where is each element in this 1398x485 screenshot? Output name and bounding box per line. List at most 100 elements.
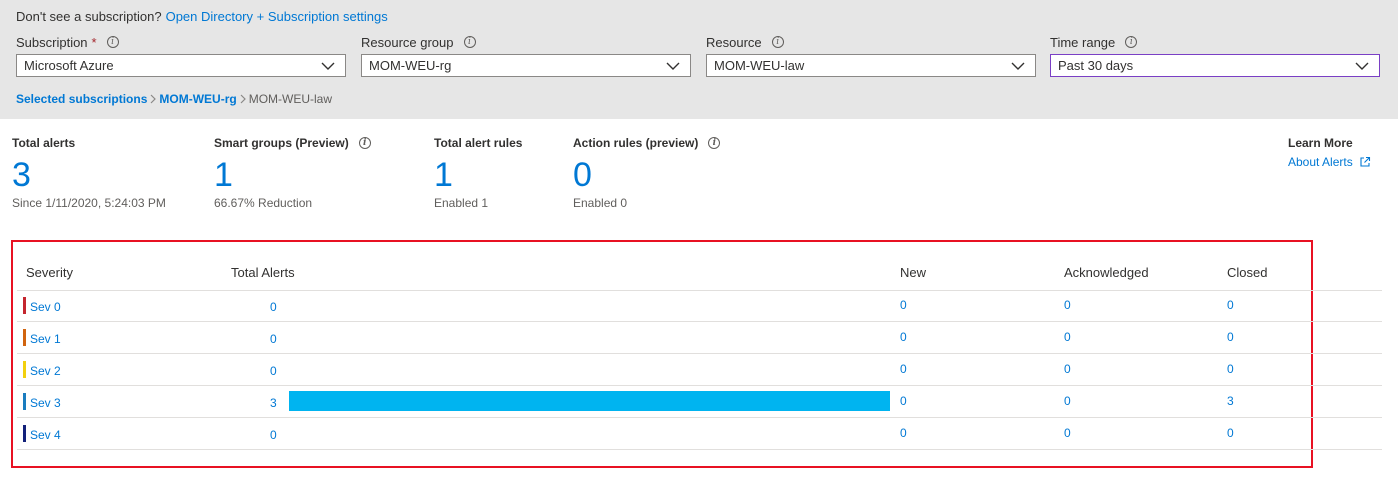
table-row[interactable]: Sev 4 0 0 0 0 — [17, 418, 1382, 450]
header-severity: Severity — [26, 265, 73, 280]
acknowledged-count[interactable]: 0 — [1064, 394, 1071, 408]
subscription-value: Microsoft Azure — [24, 58, 114, 73]
stat-action-rules: Action rules (preview) i 0 Enabled 0 — [573, 136, 721, 210]
subscription-dropdown[interactable]: Microsoft Azure — [16, 54, 346, 77]
chevron-down-icon — [1355, 62, 1369, 70]
time-range-value: Past 30 days — [1058, 58, 1134, 73]
breadcrumb: Selected subscriptions MOM-WEU-rg MOM-WE… — [16, 92, 332, 106]
notice-text: Don't see a subscription? — [16, 9, 162, 24]
new-count[interactable]: 0 — [900, 298, 907, 312]
stat-value[interactable]: 1 — [434, 157, 522, 193]
filter-panel: Don't see a subscription? Open Directory … — [0, 0, 1398, 119]
new-count[interactable]: 0 — [900, 330, 907, 344]
time-range-label: Time range — [1050, 34, 1116, 50]
severity-link[interactable]: Sev 3 — [30, 396, 61, 410]
acknowledged-count[interactable]: 0 — [1064, 330, 1071, 344]
severity-link[interactable]: Sev 0 — [30, 300, 61, 314]
closed-count[interactable]: 0 — [1227, 362, 1234, 376]
subscription-notice: Don't see a subscription? Open Directory … — [16, 9, 388, 24]
resource-group-filter: Resource group i MOM-WEU-rg — [361, 33, 691, 77]
info-icon[interactable]: i — [463, 36, 476, 48]
chevron-down-icon — [666, 62, 680, 70]
resource-filter: Resource i MOM-WEU-law — [706, 33, 1036, 77]
stat-title: Total alert rules — [434, 136, 523, 150]
subscription-filter: Subscription * i Microsoft Azure — [16, 33, 346, 77]
stat-total-alert-rules: Total alert rules 1 Enabled 1 — [434, 136, 522, 210]
directory-settings-link[interactable]: Open Directory + Subscription settings — [166, 9, 388, 24]
info-icon[interactable]: i — [708, 137, 721, 149]
total-alerts-count[interactable]: 0 — [270, 428, 277, 442]
about-alerts-link[interactable]: About Alerts — [1288, 155, 1371, 169]
new-count[interactable]: 0 — [900, 394, 907, 408]
severity-link[interactable]: Sev 4 — [30, 428, 61, 442]
stat-value[interactable]: 3 — [12, 157, 166, 193]
resource-group-value: MOM-WEU-rg — [369, 58, 452, 73]
stat-subtext: Since 1/11/2020, 5:24:03 PM — [12, 196, 166, 210]
stat-title: Total alerts — [12, 136, 76, 150]
acknowledged-count[interactable]: 0 — [1064, 426, 1071, 440]
header-new: New — [900, 265, 927, 280]
table-row[interactable]: Sev 2 0 0 0 0 — [17, 354, 1382, 386]
stat-subtext: Enabled 1 — [434, 196, 489, 210]
info-icon[interactable]: i — [358, 137, 371, 149]
chevron-down-icon — [321, 62, 335, 70]
severity-link[interactable]: Sev 1 — [30, 332, 61, 346]
total-alerts-count[interactable]: 0 — [270, 300, 277, 314]
about-alerts-label: About Alerts — [1288, 155, 1353, 169]
severity-color-bar — [23, 297, 26, 314]
stat-value[interactable]: 1 — [214, 157, 371, 193]
stat-value[interactable]: 0 — [573, 157, 720, 193]
time-range-filter: Time range i Past 30 days — [1050, 33, 1380, 77]
resource-value: MOM-WEU-law — [714, 58, 805, 73]
closed-count[interactable]: 0 — [1227, 298, 1234, 312]
required-marker: * — [91, 34, 97, 50]
learn-more: Learn More About Alerts — [1288, 136, 1371, 169]
header-closed: Closed — [1227, 265, 1268, 280]
info-icon[interactable]: i — [771, 36, 784, 48]
closed-count[interactable]: 3 — [1227, 394, 1234, 408]
table-header: Severity Total Alerts New Acknowledged C… — [17, 257, 1382, 291]
breadcrumb-resource-group[interactable]: MOM-WEU-rg — [159, 92, 236, 106]
stat-subtext: Enabled 0 — [573, 196, 628, 210]
resource-group-label: Resource group — [361, 34, 454, 50]
breadcrumb-resource: MOM-WEU-law — [248, 92, 333, 106]
stat-subtext: 66.67% Reduction — [214, 196, 313, 210]
subscription-label: Subscription — [16, 34, 88, 50]
table-row[interactable]: Sev 3 3 0 0 3 — [17, 386, 1382, 418]
chevron-right-icon — [150, 94, 157, 104]
breadcrumb-subscriptions[interactable]: Selected subscriptions — [16, 92, 147, 106]
info-icon[interactable]: i — [106, 36, 119, 48]
stat-smart-groups: Smart groups (Preview) i 1 66.67% Reducti… — [214, 136, 371, 210]
total-alerts-count[interactable]: 3 — [270, 396, 277, 410]
new-count[interactable]: 0 — [900, 362, 907, 376]
total-alerts-count[interactable]: 0 — [270, 364, 277, 378]
resource-group-dropdown[interactable]: MOM-WEU-rg — [361, 54, 691, 77]
stat-total-alerts: Total alerts 3 Since 1/11/2020, 5:24:03 … — [12, 136, 166, 210]
table-row[interactable]: Sev 0 0 0 0 0 — [17, 290, 1382, 322]
severity-color-bar — [23, 361, 26, 378]
closed-count[interactable]: 0 — [1227, 426, 1234, 440]
info-icon[interactable]: i — [1125, 36, 1138, 48]
chevron-right-icon — [240, 94, 246, 104]
closed-count[interactable]: 0 — [1227, 330, 1234, 344]
new-count[interactable]: 0 — [900, 426, 907, 440]
header-acknowledged: Acknowledged — [1064, 265, 1149, 280]
stat-title: Action rules (preview) — [573, 136, 699, 150]
learn-more-title: Learn More — [1288, 136, 1353, 150]
external-link-icon — [1360, 156, 1370, 167]
resource-dropdown[interactable]: MOM-WEU-law — [706, 54, 1036, 77]
header-total-alerts: Total Alerts — [231, 265, 295, 280]
resource-label: Resource — [706, 34, 762, 50]
chevron-down-icon — [1011, 62, 1025, 70]
severity-color-bar — [23, 393, 26, 410]
severity-link[interactable]: Sev 2 — [30, 364, 61, 378]
severity-color-bar — [23, 329, 26, 346]
acknowledged-count[interactable]: 0 — [1064, 298, 1071, 312]
acknowledged-count[interactable]: 0 — [1064, 362, 1071, 376]
time-range-dropdown[interactable]: Past 30 days — [1050, 54, 1380, 77]
stat-title: Smart groups (Preview) — [214, 136, 349, 150]
severity-color-bar — [23, 425, 26, 442]
total-alerts-bar — [289, 391, 890, 411]
total-alerts-count[interactable]: 0 — [270, 332, 277, 346]
table-row[interactable]: Sev 1 0 0 0 0 — [17, 322, 1382, 354]
